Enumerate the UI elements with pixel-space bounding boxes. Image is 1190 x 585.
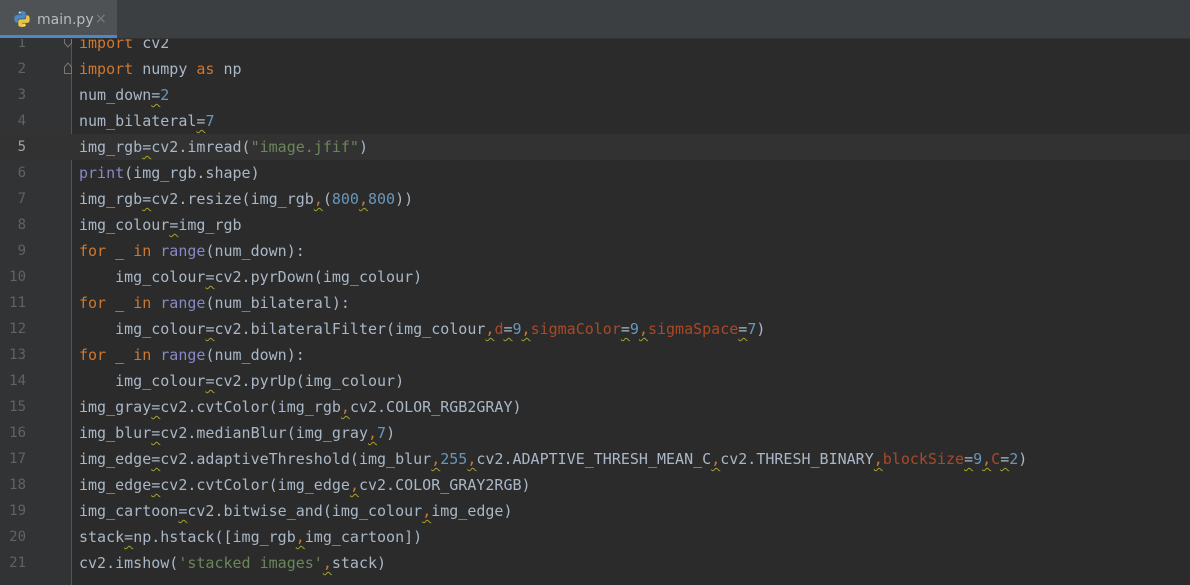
code-text: img_colour=cv2.pyrDown(img_colour): [79, 268, 423, 286]
line-number: 13: [9, 347, 26, 363]
code-line[interactable]: 4 num_bilateral=7: [0, 108, 1190, 134]
code-text: img_gray=cv2.cvtColor(img_rgb,cv2.COLOR_…: [79, 398, 522, 416]
code-line[interactable]: 7 img_rgb=cv2.resize(img_rgb,(800,800)): [0, 186, 1190, 212]
line-number: 4: [17, 113, 26, 129]
code-line[interactable]: 13 for _ in range(num_down):: [0, 342, 1190, 368]
code-line[interactable]: 1 import cv2: [0, 39, 1190, 56]
tab-filename: main.py: [37, 12, 94, 28]
code-text: import cv2: [79, 39, 170, 52]
code-line[interactable]: 8 img_colour=img_rgb: [0, 212, 1190, 238]
line-number: 10: [9, 269, 26, 285]
code-text: img_rgb=cv2.imread("image.jfif"): [79, 138, 368, 156]
line-number: 12: [9, 321, 26, 337]
line-number: 5: [17, 139, 26, 155]
code-line[interactable]: 10 img_colour=cv2.pyrDown(img_colour): [0, 264, 1190, 290]
code-line[interactable]: 19 img_cartoon=cv2.bitwise_and(img_colour…: [0, 498, 1190, 524]
line-number: 19: [9, 503, 26, 519]
code-text: img_colour=cv2.pyrUp(img_colour): [79, 372, 405, 390]
code-text: for _ in range(num_down):: [79, 346, 305, 364]
line-number: 1: [17, 39, 26, 51]
code-line[interactable]: 21 cv2.imshow('stacked images',stack): [0, 550, 1190, 576]
line-number: 6: [17, 165, 26, 181]
code-line[interactable]: 12 img_colour=cv2.bilateralFilter(img_co…: [0, 316, 1190, 342]
editor-tab-bar: main.py ×: [0, 0, 1190, 39]
line-number: 11: [9, 295, 26, 311]
code-text: import numpy as np: [79, 60, 242, 78]
code-text: img_edge=cv2.cvtColor(img_edge,cv2.COLOR…: [79, 476, 531, 494]
code-text: cv2.imshow('stacked images',stack): [79, 554, 387, 572]
line-number: 16: [9, 425, 26, 441]
code-text: img_edge=cv2.adaptiveThreshold(img_blur,…: [79, 450, 1028, 468]
code-line[interactable]: 15 img_gray=cv2.cvtColor(img_rgb,cv2.COLO…: [0, 394, 1190, 420]
code-line[interactable]: 5 img_rgb=cv2.imread("image.jfif"): [0, 134, 1190, 160]
line-number: 15: [9, 399, 26, 415]
code-line[interactable]: 9 for _ in range(num_down):: [0, 238, 1190, 264]
code-line[interactable]: 16 img_blur=cv2.medianBlur(img_gray,7): [0, 420, 1190, 446]
code-text: for _ in range(num_down):: [79, 242, 305, 260]
code-text: for _ in range(num_bilateral):: [79, 294, 350, 312]
line-number: 9: [17, 243, 26, 259]
code-text: img_colour=img_rgb: [79, 216, 242, 234]
code-line[interactable]: 2 import numpy as np: [0, 56, 1190, 82]
line-number: 14: [9, 373, 26, 389]
code-text: num_down=2: [79, 86, 170, 104]
code-line[interactable]: 11 for _ in range(num_bilateral):: [0, 290, 1190, 316]
line-number: 17: [9, 451, 26, 467]
line-number: 7: [17, 191, 26, 207]
code-text: img_cartoon=cv2.bitwise_and(img_colour,i…: [79, 502, 513, 520]
code-line[interactable]: 14 img_colour=cv2.pyrUp(img_colour): [0, 368, 1190, 394]
code-line[interactable]: 6 print(img_rgb.shape): [0, 160, 1190, 186]
code-text: stack=np.hstack([img_rgb,img_cartoon]): [79, 528, 423, 546]
code-text: img_rgb=cv2.resize(img_rgb,(800,800)): [79, 190, 414, 208]
line-number: 20: [9, 529, 26, 545]
code-line[interactable]: 17 img_edge=cv2.adaptiveThreshold(img_blu…: [0, 446, 1190, 472]
code-text: img_blur=cv2.medianBlur(img_gray,7): [79, 424, 396, 442]
close-icon[interactable]: ×: [95, 11, 107, 27]
line-number: 18: [9, 477, 26, 493]
code-line[interactable]: 20 stack=np.hstack([img_rgb,img_cartoon]): [0, 524, 1190, 550]
code-text: img_colour=cv2.bilateralFilter(img_colou…: [79, 320, 766, 338]
line-number: 8: [17, 217, 26, 233]
line-number: 3: [17, 87, 26, 103]
code-editor[interactable]: 1 import cv2 2 import numpy as np 3 num_down=…: [0, 39, 1190, 585]
python-file-icon: [14, 11, 30, 27]
fold-marker-icon[interactable]: [64, 39, 72, 48]
code-line[interactable]: 3 num_down=2: [0, 82, 1190, 108]
code-text: print(img_rgb.shape): [79, 164, 260, 182]
code-text: num_bilateral=7: [79, 112, 215, 130]
code-line[interactable]: 18 img_edge=cv2.cvtColor(img_edge,cv2.COL…: [0, 472, 1190, 498]
tab-main-py[interactable]: main.py ×: [0, 0, 117, 38]
fold-marker-icon[interactable]: [64, 62, 72, 74]
line-number: 21: [9, 555, 26, 571]
line-number: 2: [17, 61, 26, 77]
